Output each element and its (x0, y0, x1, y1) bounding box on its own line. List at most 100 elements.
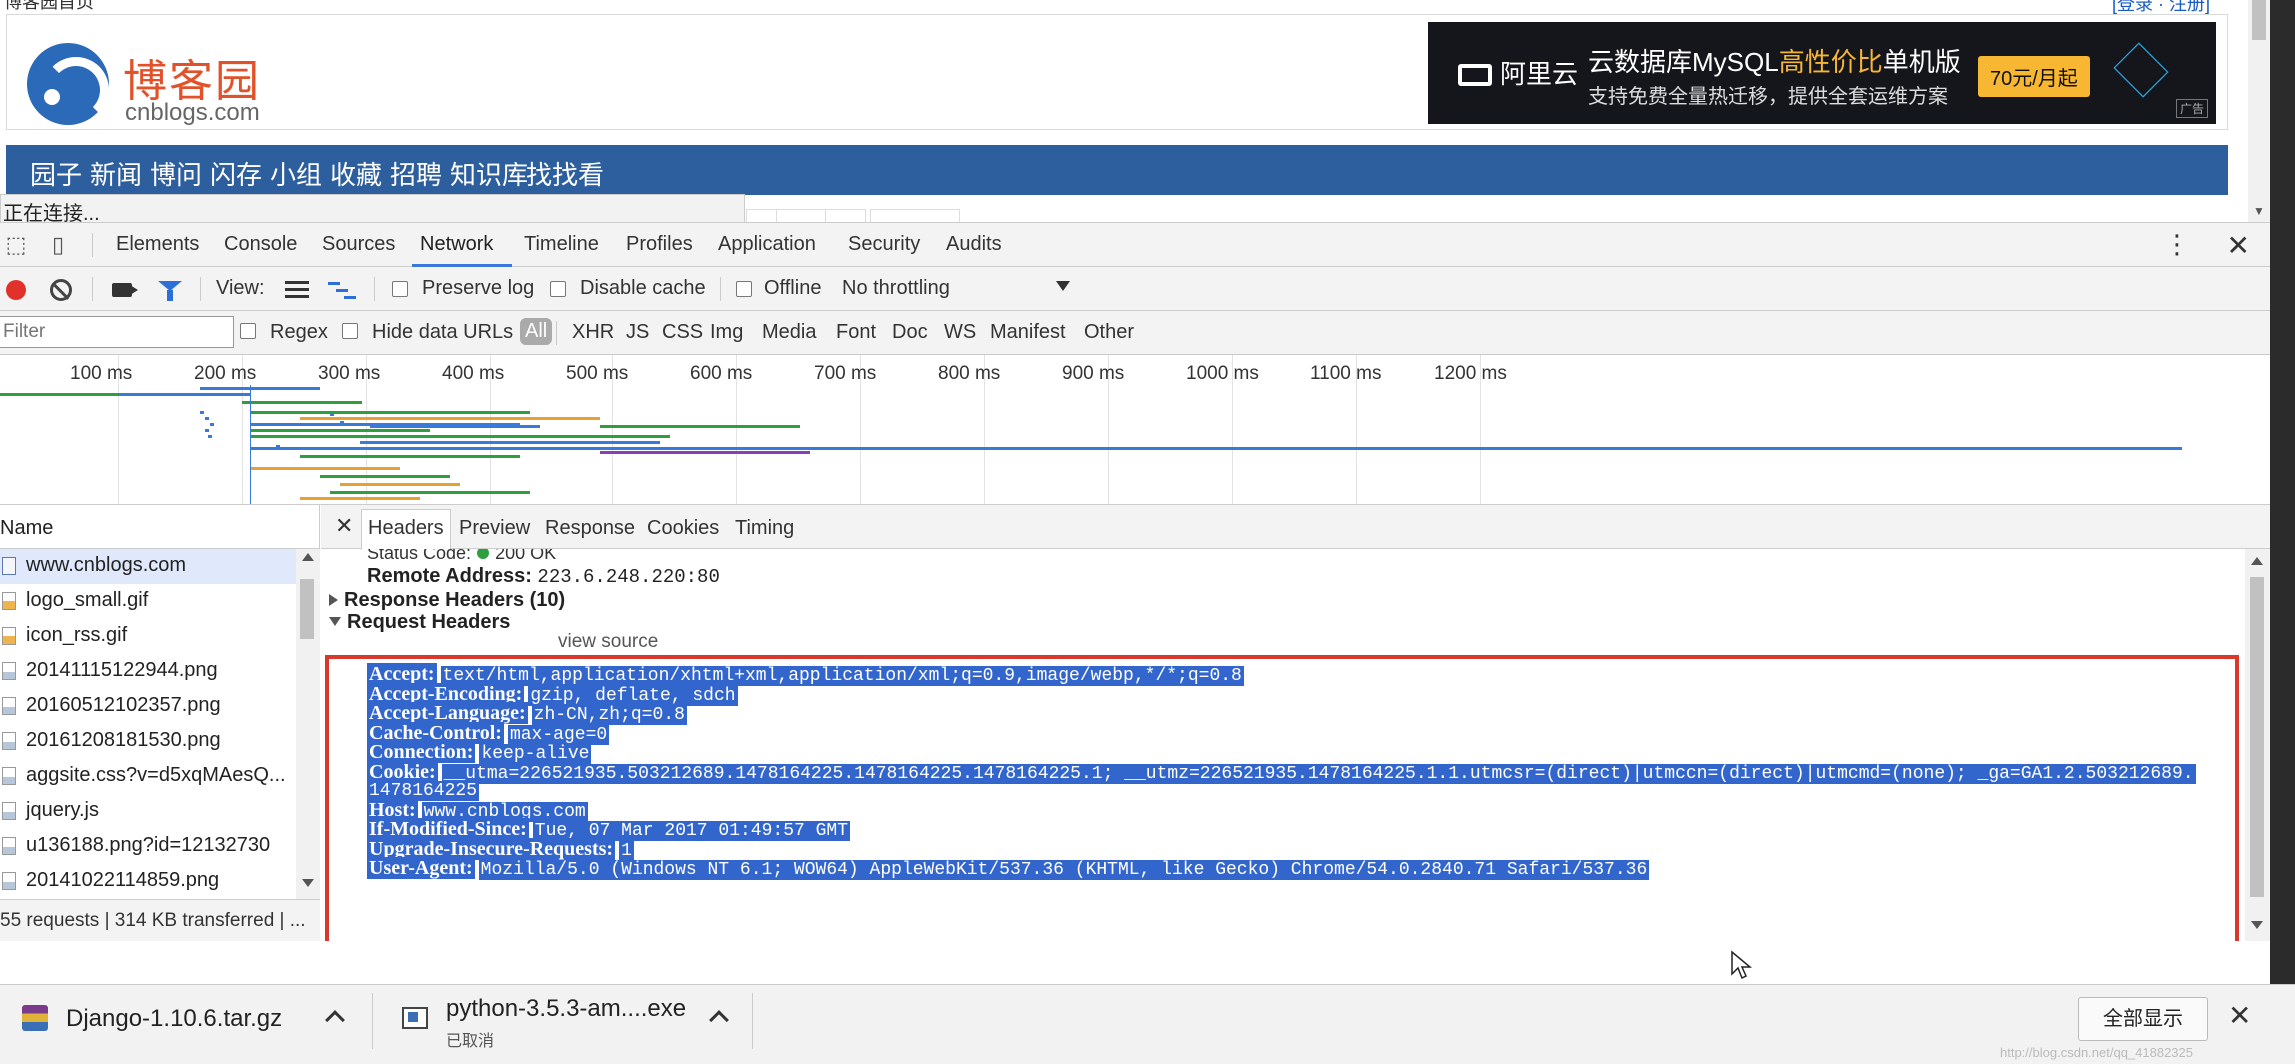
remote-address-row: Remote Address: 223.6.248.220:80 (367, 565, 720, 588)
tab-application[interactable]: Application (718, 233, 816, 256)
nav-item-jobs[interactable]: 招聘 (390, 155, 442, 192)
page-scrollbar-thumb[interactable] (2252, 0, 2266, 40)
type-filter-manifest[interactable]: Manifest (990, 321, 1066, 344)
nav-item-yuanzi[interactable]: 园子 (30, 155, 82, 192)
site-logo[interactable]: 博客园 cnblogs.com (27, 35, 347, 126)
chevron-up-icon[interactable] (325, 1010, 345, 1030)
request-row[interactable]: logo_small.gif (0, 584, 296, 619)
sub-tab[interactable] (776, 209, 866, 222)
filter-input[interactable] (0, 316, 234, 348)
preserve-log-checkbox[interactable] (392, 281, 408, 297)
type-filter-font[interactable]: Font (836, 321, 876, 344)
hide-data-urls-checkbox[interactable] (342, 323, 358, 339)
record-icon[interactable] (6, 280, 26, 300)
close-devtools-icon[interactable]: ✕ (2227, 229, 2250, 262)
clear-icon[interactable] (50, 279, 72, 301)
chevron-up-icon[interactable] (709, 1010, 729, 1030)
name-column-header[interactable]: Name (0, 505, 320, 549)
collapse-arrow-icon (329, 617, 341, 626)
request-list-scrollbar[interactable] (296, 549, 320, 899)
network-overview-timeline[interactable]: 100 ms 200 ms 300 ms 400 ms 500 ms 600 ms 700 … (0, 355, 2270, 505)
scroll-down-icon[interactable] (302, 879, 314, 887)
timeline-tick-label: 300 ms (318, 363, 381, 384)
ad-banner[interactable]: 阿里云 云数据库MySQL高性价比单机版 支持免费全量热迁移，提供全套运维方案 … (1428, 22, 2216, 124)
file-icon (2, 802, 16, 820)
filter-icon[interactable] (158, 281, 182, 301)
scroll-up-icon[interactable] (302, 553, 314, 561)
request-row[interactable]: 20160512102357.png (0, 689, 296, 724)
close-detail-icon[interactable]: ✕ (335, 513, 353, 539)
tab-sources[interactable]: Sources (322, 233, 395, 256)
view-source-link[interactable]: view source (558, 631, 658, 653)
type-filter-all[interactable]: All (520, 318, 553, 345)
type-filter-css[interactable]: CSS (662, 321, 703, 344)
request-row[interactable]: u136188.png?id=12132730 (0, 829, 296, 864)
tab-response[interactable]: Response (545, 517, 635, 540)
nav-item-questions[interactable]: 博问 (150, 155, 202, 192)
request-row[interactable]: jquery.js (0, 794, 296, 829)
type-filter-xhr[interactable]: XHR (572, 321, 614, 344)
tab-profiles[interactable]: Profiles (626, 233, 693, 256)
response-headers-toggle[interactable]: Response Headers (10) (329, 589, 565, 612)
nav-item-favorites[interactable]: 收藏 (330, 155, 382, 192)
more-options-icon[interactable]: ⋮ (2164, 229, 2190, 260)
nav-item-news[interactable]: 新闻 (90, 155, 142, 192)
waterfall-view-icon[interactable] (328, 281, 356, 299)
type-filter-other[interactable]: Other (1084, 321, 1134, 344)
download-item-django[interactable]: Django-1.10.6.tar.gz (22, 995, 362, 1051)
filter-bar: Regex Hide data URLs All XHR JS CSS Img … (0, 311, 2270, 355)
close-shelf-icon[interactable]: ✕ (2228, 999, 2251, 1032)
inspect-element-icon[interactable]: ⬚ (4, 233, 28, 257)
list-view-icon[interactable] (285, 281, 309, 299)
disable-cache-checkbox[interactable] (550, 281, 566, 297)
sub-tab[interactable] (870, 209, 960, 222)
regex-checkbox[interactable] (240, 323, 256, 339)
scroll-down-icon[interactable]: ▼ (2253, 204, 2265, 218)
waterfall-bar (340, 483, 460, 486)
devtools-tabbar: ⬚ ▯ Elements Console Sources Network Tim… (0, 223, 2270, 267)
scrollbar-thumb[interactable] (300, 579, 314, 639)
nav-item-search[interactable]: 找找看 (526, 155, 604, 192)
nav-item-knowledge[interactable]: 知识库 (450, 155, 528, 192)
divider (752, 993, 753, 1049)
divider (374, 277, 375, 301)
timeline-tick-label: 600 ms (690, 363, 753, 384)
request-row[interactable]: 20161208181530.png (0, 724, 296, 759)
tab-timing[interactable]: Timing (735, 517, 794, 540)
tab-headers[interactable]: Headers (361, 509, 451, 550)
page-scrollbar[interactable]: ▼ (2248, 0, 2270, 222)
nav-item-groups[interactable]: 小组 (270, 155, 322, 192)
chevron-down-icon[interactable] (1056, 281, 1070, 291)
type-filter-img[interactable]: Img (710, 321, 743, 344)
show-all-button[interactable]: 全部显示 (2078, 997, 2208, 1041)
type-filter-media[interactable]: Media (762, 321, 816, 344)
throttling-select[interactable]: No throttling (842, 277, 950, 300)
download-item-python[interactable]: python-3.5.3-am....exe 已取消 (402, 995, 742, 1051)
offline-checkbox[interactable] (736, 281, 752, 297)
type-filter-ws[interactable]: WS (944, 321, 976, 344)
tab-elements[interactable]: Elements (116, 233, 199, 256)
request-row[interactable]: icon_rss.gif (0, 619, 296, 654)
nav-item-flash[interactable]: 闪存 (210, 155, 262, 192)
detail-scrollbar[interactable] (2245, 549, 2270, 941)
tab-cookies[interactable]: Cookies (647, 517, 719, 540)
tab-preview[interactable]: Preview (459, 517, 530, 540)
tab-audits[interactable]: Audits (946, 233, 1002, 256)
tab-network[interactable]: Network (420, 233, 493, 256)
type-filter-js[interactable]: JS (626, 321, 649, 344)
request-headers-toggle[interactable]: Request Headers (329, 611, 510, 634)
request-row[interactable]: aggsite.css?v=d5xqMAesQ... (0, 759, 296, 794)
scroll-up-icon[interactable] (2251, 557, 2263, 565)
tab-console[interactable]: Console (224, 233, 297, 256)
request-row[interactable]: 20141115122944.png (0, 654, 296, 689)
request-row[interactable]: 20141022114859.png (0, 864, 296, 899)
waterfall-dot (276, 445, 280, 448)
scrollbar-thumb[interactable] (2250, 577, 2264, 897)
type-filter-doc[interactable]: Doc (892, 321, 928, 344)
tab-timeline[interactable]: Timeline (524, 233, 599, 256)
request-row[interactable]: www.cnblogs.com (0, 549, 296, 584)
tab-security[interactable]: Security (848, 233, 920, 256)
scroll-down-icon[interactable] (2251, 921, 2263, 929)
capture-screenshots-icon[interactable] (112, 283, 138, 297)
device-mode-icon[interactable]: ▯ (46, 233, 70, 257)
